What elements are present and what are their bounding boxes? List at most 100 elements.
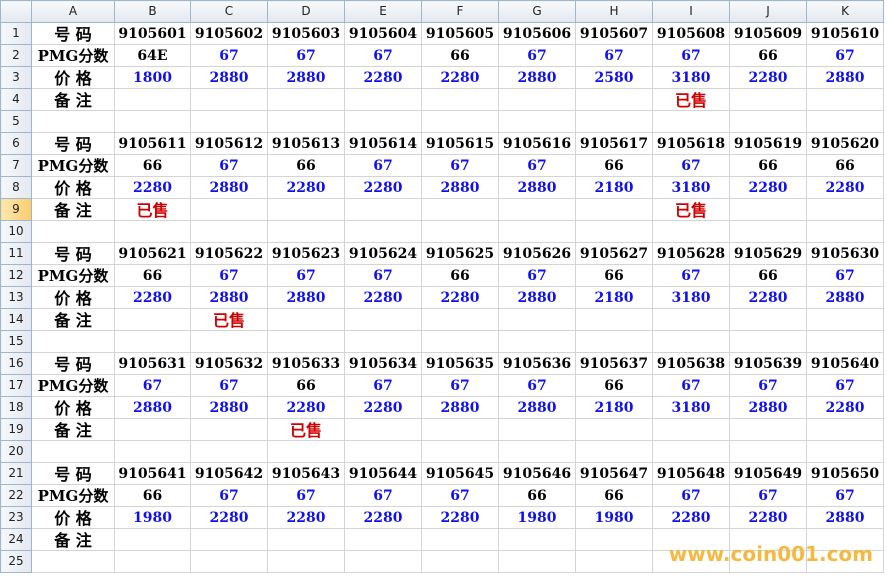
cell-b5[interactable]: [114, 110, 191, 133]
cell-g1[interactable]: 9105606: [498, 22, 576, 45]
row-header-22[interactable]: 22: [0, 484, 32, 507]
cell-c1[interactable]: 9105602: [190, 22, 268, 45]
cell-d24[interactable]: [267, 528, 345, 551]
cell-b22[interactable]: 66: [114, 484, 191, 507]
cell-e9[interactable]: [344, 198, 422, 221]
cell-k13[interactable]: 2880: [806, 286, 884, 309]
cell-d9[interactable]: [267, 198, 345, 221]
cell-h17[interactable]: 66: [575, 374, 653, 397]
cell-e2[interactable]: 67: [344, 44, 422, 67]
cell-d4[interactable]: [267, 88, 345, 111]
cell-j21[interactable]: 9105649: [729, 462, 807, 485]
column-header-k[interactable]: K: [806, 0, 884, 23]
cell-c24[interactable]: [190, 528, 268, 551]
cell-c17[interactable]: 67: [190, 374, 268, 397]
cell-a18-label[interactable]: 价 格: [31, 396, 115, 419]
cell-k15[interactable]: [806, 330, 884, 353]
cell-h20[interactable]: [575, 440, 653, 463]
cell-c5[interactable]: [190, 110, 268, 133]
row-header-16[interactable]: 16: [0, 352, 32, 375]
cell-a17-label[interactable]: PMG分数: [31, 374, 115, 397]
cell-e6[interactable]: 9105614: [344, 132, 422, 155]
cell-e12[interactable]: 67: [344, 264, 422, 287]
cell-a22-label[interactable]: PMG分数: [31, 484, 115, 507]
cell-e5[interactable]: [344, 110, 422, 133]
cell-d21[interactable]: 9105643: [267, 462, 345, 485]
cell-h7[interactable]: 66: [575, 154, 653, 177]
cell-a25-label[interactable]: [31, 550, 115, 573]
cell-k17[interactable]: 67: [806, 374, 884, 397]
cell-i17[interactable]: 67: [652, 374, 730, 397]
cell-k19[interactable]: [806, 418, 884, 441]
cell-a1-label[interactable]: 号 码: [31, 22, 115, 45]
column-header-f[interactable]: F: [421, 0, 499, 23]
cell-j20[interactable]: [729, 440, 807, 463]
cell-b11[interactable]: 9105621: [114, 242, 191, 265]
cell-f15[interactable]: [421, 330, 499, 353]
cell-k12[interactable]: 67: [806, 264, 884, 287]
cell-d1[interactable]: 9105603: [267, 22, 345, 45]
cell-c16[interactable]: 9105632: [190, 352, 268, 375]
row-header-6[interactable]: 6: [0, 132, 32, 155]
cell-e1[interactable]: 9105604: [344, 22, 422, 45]
cell-c21[interactable]: 9105642: [190, 462, 268, 485]
cell-c14[interactable]: 已售: [190, 308, 268, 331]
cell-g18[interactable]: 2880: [498, 396, 576, 419]
cell-h11[interactable]: 9105627: [575, 242, 653, 265]
cell-g16[interactable]: 9105636: [498, 352, 576, 375]
column-header-e[interactable]: E: [344, 0, 422, 23]
cell-k8[interactable]: 2280: [806, 176, 884, 199]
cell-c25[interactable]: [190, 550, 268, 573]
cell-h19[interactable]: [575, 418, 653, 441]
cell-j16[interactable]: 9105639: [729, 352, 807, 375]
column-header-c[interactable]: C: [190, 0, 268, 23]
cell-c19[interactable]: [190, 418, 268, 441]
spreadsheet-grid[interactable]: ABCDEFGHIJK1号 码 9105601 9105602 9105603 9105…: [0, 0, 884, 573]
cell-d16[interactable]: 9105633: [267, 352, 345, 375]
cell-a23-label[interactable]: 价 格: [31, 506, 115, 529]
cell-b18[interactable]: 2880: [114, 396, 191, 419]
cell-d20[interactable]: [267, 440, 345, 463]
cell-a10-label[interactable]: [31, 220, 115, 243]
cell-c4[interactable]: [190, 88, 268, 111]
cell-e3[interactable]: 2280: [344, 66, 422, 89]
cell-b17[interactable]: 67: [114, 374, 191, 397]
cell-d2[interactable]: 67: [267, 44, 345, 67]
cell-k1[interactable]: 9105610: [806, 22, 884, 45]
cell-j7[interactable]: 66: [729, 154, 807, 177]
cell-a19-label[interactable]: 备 注: [31, 418, 115, 441]
cell-f22[interactable]: 67: [421, 484, 499, 507]
cell-e11[interactable]: 9105624: [344, 242, 422, 265]
cell-a5-label[interactable]: [31, 110, 115, 133]
cell-j17[interactable]: 67: [729, 374, 807, 397]
cell-f13[interactable]: 2280: [421, 286, 499, 309]
cell-g21[interactable]: 9105646: [498, 462, 576, 485]
cell-f12[interactable]: 66: [421, 264, 499, 287]
cell-c18[interactable]: 2880: [190, 396, 268, 419]
cell-g6[interactable]: 9105616: [498, 132, 576, 155]
cell-i21[interactable]: 9105648: [652, 462, 730, 485]
cell-b8[interactable]: 2280: [114, 176, 191, 199]
cell-d12[interactable]: 67: [267, 264, 345, 287]
cell-g2[interactable]: 67: [498, 44, 576, 67]
cell-c13[interactable]: 2880: [190, 286, 268, 309]
row-header-4[interactable]: 4: [0, 88, 32, 111]
cell-h24[interactable]: [575, 528, 653, 551]
cell-h2[interactable]: 67: [575, 44, 653, 67]
cell-a3-label[interactable]: 价 格: [31, 66, 115, 89]
cell-c9[interactable]: [190, 198, 268, 221]
cell-e23[interactable]: 2280: [344, 506, 422, 529]
cell-d6[interactable]: 9105613: [267, 132, 345, 155]
cell-j14[interactable]: [729, 308, 807, 331]
cell-j13[interactable]: 2280: [729, 286, 807, 309]
cell-h23[interactable]: 1980: [575, 506, 653, 529]
row-header-17[interactable]: 17: [0, 374, 32, 397]
row-header-23[interactable]: 23: [0, 506, 32, 529]
cell-i23[interactable]: 2280: [652, 506, 730, 529]
cell-b24[interactable]: [114, 528, 191, 551]
cell-g11[interactable]: 9105626: [498, 242, 576, 265]
cell-b10[interactable]: [114, 220, 191, 243]
cell-g17[interactable]: 67: [498, 374, 576, 397]
cell-f18[interactable]: 2880: [421, 396, 499, 419]
cell-g10[interactable]: [498, 220, 576, 243]
